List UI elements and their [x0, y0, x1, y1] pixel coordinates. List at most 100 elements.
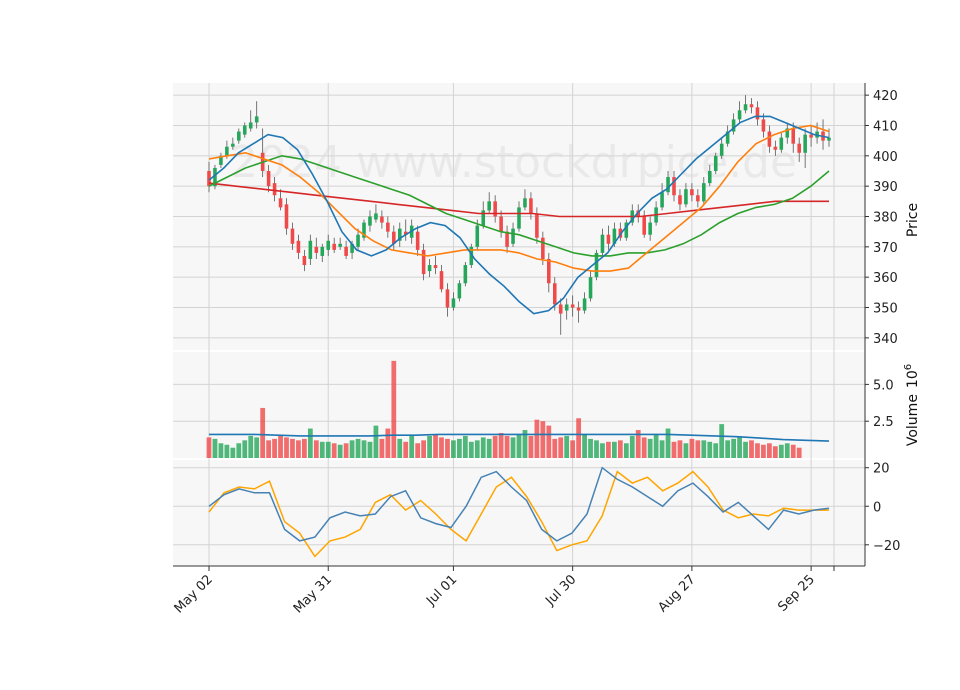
candle-body — [743, 104, 748, 111]
volume-bar — [278, 435, 283, 458]
candle-body — [344, 246, 348, 256]
candle-body — [296, 240, 301, 253]
volume-bar — [361, 440, 367, 458]
volume-bar — [498, 432, 504, 458]
candle-body — [231, 143, 235, 147]
volume-bar — [355, 438, 361, 458]
candle-body — [564, 304, 569, 311]
x-tick-label: Sep 25 — [775, 572, 818, 615]
oscillator-axis-ticks: 20 0 −20 — [865, 462, 900, 554]
candle-body — [547, 258, 551, 284]
volume-bar — [528, 435, 534, 458]
volume-bar — [272, 438, 277, 458]
volume-bar — [504, 435, 510, 458]
volume-bar — [761, 444, 766, 458]
volume-bar — [641, 437, 647, 458]
volume-bar — [379, 438, 385, 458]
candle-body — [415, 231, 420, 250]
candle-body — [803, 134, 807, 153]
volume-bar — [296, 440, 301, 458]
volume-bar — [772, 446, 778, 458]
volume-bar — [451, 440, 456, 458]
x-axis-ticks: May 02 May 31 Jul 01 Jul 30 Aug 27 Sep 25 — [172, 566, 835, 616]
volume-bar — [486, 438, 492, 458]
volume-bar — [767, 443, 772, 458]
volume-bar — [367, 441, 373, 458]
volume-bar — [731, 438, 736, 458]
volume-bar — [248, 435, 254, 458]
candle-body — [552, 283, 557, 305]
candle-body — [284, 204, 289, 229]
oscillator-tick-label: 0 — [873, 500, 881, 515]
candle-body — [314, 246, 319, 253]
panel-bg-2 — [173, 460, 865, 566]
volume-bar — [623, 443, 629, 458]
candle-body — [535, 213, 539, 238]
volume-bar — [242, 440, 248, 458]
candle-body — [374, 213, 378, 220]
volume-axis-label: Volume — [905, 394, 921, 446]
candle-body — [642, 216, 646, 235]
candle-body — [302, 255, 307, 266]
candle-body — [582, 298, 587, 311]
volume-bar — [337, 444, 343, 458]
volume-bar — [653, 434, 659, 458]
volume-bar — [588, 438, 593, 458]
candle-body — [702, 183, 706, 202]
volume-bar — [427, 435, 432, 458]
stock-chart: 2024 www.stockdrpice.de 3403503603703803… — [172, 83, 921, 616]
candle-body — [529, 198, 533, 214]
candle-body — [660, 192, 664, 208]
volume-bar — [319, 441, 325, 458]
price-tick-label: 410 — [873, 119, 898, 134]
candle-body — [421, 249, 426, 275]
candle-body — [320, 246, 325, 256]
volume-bar — [260, 407, 266, 458]
volume-bar — [349, 440, 355, 458]
volume-bar — [552, 438, 558, 458]
candle-body — [779, 137, 784, 150]
candle-body — [678, 195, 682, 205]
candle-body — [308, 240, 313, 259]
price-tick-label: 420 — [873, 89, 898, 104]
volume-bar — [254, 437, 260, 458]
x-tick-label: Jul 30 — [542, 572, 579, 609]
candle-body — [427, 265, 432, 272]
volume-bar — [397, 438, 403, 458]
volume-bar — [689, 438, 695, 458]
candle-body — [254, 116, 259, 123]
volume-bar — [385, 428, 391, 458]
volume-bar — [224, 444, 230, 458]
candle-body — [749, 104, 754, 108]
candle-body — [696, 195, 700, 202]
volume-bar — [784, 443, 790, 458]
volume-bar — [290, 438, 295, 458]
candle-body — [791, 128, 796, 144]
volume-bar — [218, 443, 224, 458]
candle-body — [451, 298, 456, 308]
candle-body — [278, 198, 283, 208]
candle-body — [773, 146, 778, 150]
price-axis-ticks: 340 350 360 370 380 390 400 410 420 — [865, 89, 898, 347]
volume-bar — [474, 440, 480, 458]
volume-bar — [737, 437, 742, 458]
volume-bar — [606, 441, 611, 458]
volume-bar — [665, 428, 671, 458]
volume-bar — [749, 440, 754, 458]
candle-body — [386, 222, 390, 232]
candle-body — [475, 225, 480, 247]
volume-bar — [462, 435, 468, 458]
candle-body — [505, 231, 509, 247]
volume-bar — [546, 425, 552, 458]
volume-bar — [534, 419, 540, 458]
volume-bar — [790, 444, 796, 458]
x-tick-label: Aug 27 — [656, 572, 699, 615]
volume-bar — [647, 438, 653, 458]
volume-bar — [510, 437, 516, 458]
candle-body — [332, 243, 336, 250]
oscillator-tick-label: −20 — [873, 539, 900, 554]
volume-bar — [778, 444, 784, 458]
candle-body — [457, 283, 462, 299]
candle-body — [809, 134, 813, 138]
candle-body — [272, 183, 277, 196]
